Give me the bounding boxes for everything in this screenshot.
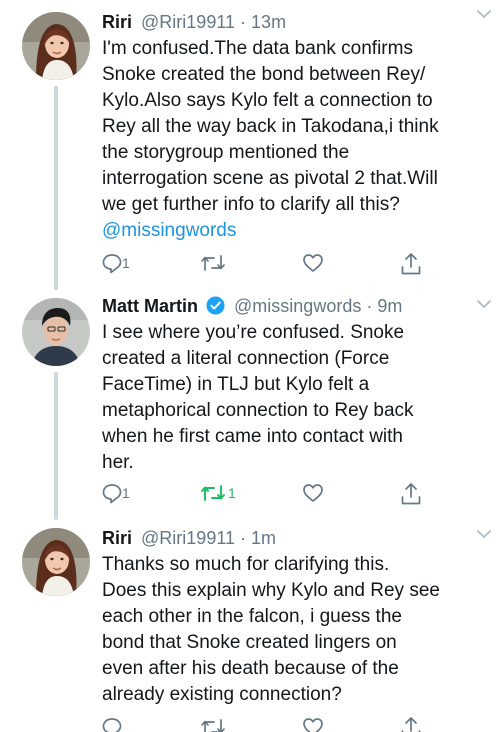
reply-icon [102, 484, 122, 504]
retweet-count: 1 [228, 485, 236, 501]
separator-dot: · [240, 12, 247, 32]
tweet-text-line: Snoke created the bond between Rey/ [102, 64, 426, 85]
chevron-down-icon[interactable] [476, 6, 492, 22]
tweet-header: Riri @Riri19911 · 1m [102, 524, 490, 552]
like-button[interactable] [302, 482, 324, 508]
like-icon [303, 254, 323, 272]
tweet-text-line: interrogation scene as pivotal 2 that.Wi… [102, 168, 438, 189]
retweet-icon [201, 485, 225, 501]
tweet-content: Riri @Riri19911 · 13m I'm confused.The d… [102, 8, 490, 244]
tweet-text: I see where you’re confused. Snoke creat… [102, 320, 482, 476]
like-icon [303, 718, 323, 732]
like-icon [303, 484, 323, 502]
tweet-text-line: Thanks so much for clarifying this. [102, 554, 390, 575]
reply-button[interactable]: 1 [102, 482, 130, 508]
verified-badge-icon [206, 296, 225, 315]
share-button[interactable] [400, 252, 422, 278]
user-handle[interactable]: @missingwords [234, 296, 361, 316]
retweet-button[interactable] [200, 716, 226, 732]
avatar[interactable] [22, 528, 90, 596]
retweet-icon [201, 719, 225, 732]
reply-button[interactable]: 1 [102, 252, 130, 278]
tweet-text-line: the storygroup mentioned the [102, 142, 350, 163]
reply-icon [102, 254, 122, 274]
thread-line [54, 372, 58, 520]
tweet-text-line: I see where you’re confused. Snoke [102, 322, 405, 343]
separator-dot: · [366, 296, 373, 316]
tweet-text-line: metaphorical connection to Rey back [102, 400, 414, 421]
tweet-text-line: when he first came into contact with [102, 426, 403, 447]
conversation-thread: Riri @Riri19911 · 13m I'm confused.The d… [0, 0, 500, 732]
tweet-text-line: Rey all the way back in Takodana,i think [102, 116, 439, 137]
retweet-button[interactable]: 1 [200, 482, 236, 508]
reply-icon [102, 718, 122, 732]
tweet-content: Matt Martin @missingwords · 9m I see whe… [102, 292, 490, 476]
avatar[interactable] [22, 298, 90, 366]
mention-link[interactable]: @missingwords [102, 218, 482, 244]
timestamp[interactable]: 13m [251, 12, 286, 32]
tweet[interactable]: Matt Martin @missingwords · 9m I see whe… [0, 290, 500, 520]
avatar[interactable] [22, 12, 90, 80]
reply-button[interactable] [102, 716, 122, 732]
tweet-text-line: FaceTime) in TLJ but Kylo felt a [102, 374, 370, 395]
share-icon [401, 717, 421, 732]
tweet-text: I'm confused.The data bank confirms Snok… [102, 36, 482, 244]
chevron-down-icon[interactable] [476, 296, 492, 312]
tweet-text-line: created a literal connection (Force [102, 348, 390, 369]
tweet-text-line: we get further info to clarify all this? [102, 194, 400, 215]
display-name[interactable]: Matt Martin [102, 296, 198, 316]
reply-count: 1 [122, 255, 130, 271]
like-button[interactable] [302, 716, 324, 732]
user-handle[interactable]: @Riri19911 [141, 12, 235, 32]
retweet-button[interactable] [200, 252, 226, 278]
tweet-text-line: even after his death because of the [102, 658, 399, 679]
retweet-icon [201, 255, 225, 271]
reply-count: 1 [122, 485, 130, 501]
tweet[interactable]: Riri @Riri19911 · 13m I'm confused.The d… [0, 0, 500, 290]
share-icon [401, 483, 421, 505]
tweet-text-line: Does this explain why Kylo and Rey see [102, 580, 440, 601]
tweet-text-line: bond that Snoke created lingers on [102, 632, 397, 653]
tweet-text-line: each other in the falcon, i guess the [102, 606, 402, 627]
display-name[interactable]: Riri [102, 528, 132, 548]
tweet-text-line: I'm confused.The data bank confirms [102, 38, 413, 59]
chevron-down-icon[interactable] [476, 526, 492, 542]
tweet-text-line: her. [102, 452, 134, 473]
separator-dot: · [240, 528, 247, 548]
tweet-actions: 1 1 [102, 482, 432, 508]
share-icon [401, 253, 421, 275]
share-button[interactable] [400, 482, 422, 508]
display-name[interactable]: Riri [102, 12, 132, 32]
tweet-text: Thanks so much for clarifying this. Does… [102, 552, 482, 708]
like-button[interactable] [302, 252, 324, 278]
tweet-text-line: Kylo.Also says Kylo felt a connection to [102, 90, 433, 111]
tweet-text-line: already existing connection? [102, 684, 342, 705]
tweet-header: Riri @Riri19911 · 13m [102, 8, 490, 36]
timestamp[interactable]: 9m [377, 296, 402, 316]
user-handle[interactable]: @Riri19911 [141, 528, 235, 548]
tweet-actions: 1 [102, 252, 432, 278]
thread-line [54, 86, 58, 290]
tweet-content: Riri @Riri19911 · 1m Thanks so much for … [102, 524, 490, 708]
timestamp[interactable]: 1m [251, 528, 276, 548]
tweet-header: Matt Martin @missingwords · 9m [102, 292, 490, 320]
tweet-actions [102, 716, 432, 732]
tweet[interactable]: Riri @Riri19911 · 1m Thanks so much for … [0, 520, 500, 732]
share-button[interactable] [400, 716, 422, 732]
